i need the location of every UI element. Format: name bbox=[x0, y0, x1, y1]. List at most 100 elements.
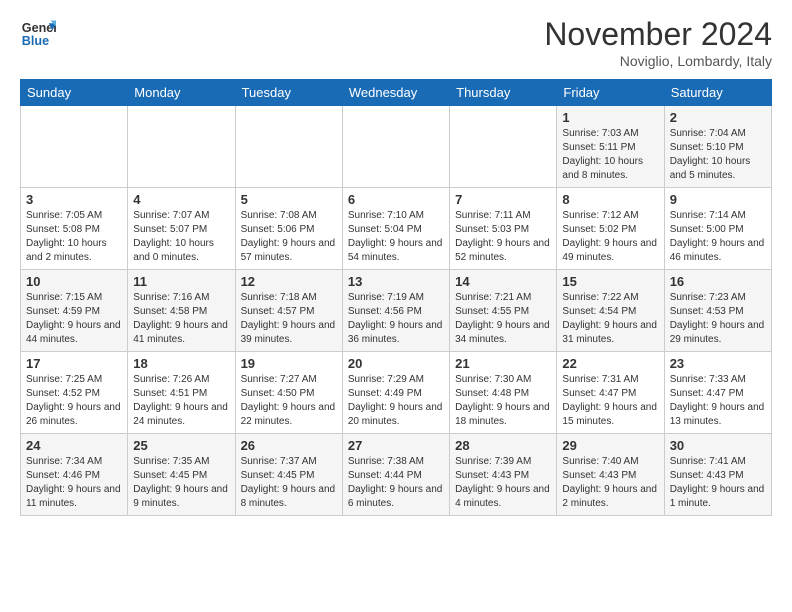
calendar-cell: 30 Sunrise: 7:41 AM Sunset: 4:43 PM Dayli… bbox=[664, 434, 771, 516]
header-saturday: Saturday bbox=[664, 80, 771, 106]
calendar-cell: 10 Sunrise: 7:15 AM Sunset: 4:59 PM Dayli… bbox=[21, 270, 128, 352]
calendar-table: SundayMondayTuesdayWednesdayThursdayFrid… bbox=[20, 79, 772, 516]
week-row-1: 1 Sunrise: 7:03 AM Sunset: 5:11 PM Daylig… bbox=[21, 106, 772, 188]
calendar-cell: 22 Sunrise: 7:31 AM Sunset: 4:47 PM Dayli… bbox=[557, 352, 664, 434]
day-info: Sunrise: 7:15 AM Sunset: 4:59 PM Dayligh… bbox=[26, 291, 122, 347]
day-number: 5 bbox=[241, 192, 337, 207]
day-number: 27 bbox=[348, 438, 444, 453]
calendar-cell: 27 Sunrise: 7:38 AM Sunset: 4:44 PM Dayli… bbox=[342, 434, 449, 516]
calendar-cell: 26 Sunrise: 7:37 AM Sunset: 4:45 PM Dayli… bbox=[235, 434, 342, 516]
day-number: 10 bbox=[26, 274, 122, 289]
calendar-cell bbox=[235, 106, 342, 188]
day-info: Sunrise: 7:11 AM Sunset: 5:03 PM Dayligh… bbox=[455, 209, 551, 265]
day-info: Sunrise: 7:33 AM Sunset: 4:47 PM Dayligh… bbox=[670, 373, 766, 429]
calendar-header-row: SundayMondayTuesdayWednesdayThursdayFrid… bbox=[21, 80, 772, 106]
calendar-cell: 6 Sunrise: 7:10 AM Sunset: 5:04 PM Daylig… bbox=[342, 188, 449, 270]
day-info: Sunrise: 7:14 AM Sunset: 5:00 PM Dayligh… bbox=[670, 209, 766, 265]
logo-icon: General Blue bbox=[20, 16, 56, 52]
day-info: Sunrise: 7:35 AM Sunset: 4:45 PM Dayligh… bbox=[133, 455, 229, 511]
day-info: Sunrise: 7:23 AM Sunset: 4:53 PM Dayligh… bbox=[670, 291, 766, 347]
day-number: 9 bbox=[670, 192, 766, 207]
calendar-cell: 19 Sunrise: 7:27 AM Sunset: 4:50 PM Dayli… bbox=[235, 352, 342, 434]
day-number: 26 bbox=[241, 438, 337, 453]
day-info: Sunrise: 7:03 AM Sunset: 5:11 PM Dayligh… bbox=[562, 127, 658, 183]
calendar-cell: 7Sunrise: 7:11 AM Sunset: 5:03 PM Daylig… bbox=[450, 188, 557, 270]
calendar-cell bbox=[450, 106, 557, 188]
day-number: 15 bbox=[562, 274, 658, 289]
week-row-5: 24Sunrise: 7:34 AM Sunset: 4:46 PM Dayli… bbox=[21, 434, 772, 516]
day-info: Sunrise: 7:38 AM Sunset: 4:44 PM Dayligh… bbox=[348, 455, 444, 511]
calendar-cell: 28Sunrise: 7:39 AM Sunset: 4:43 PM Dayli… bbox=[450, 434, 557, 516]
day-info: Sunrise: 7:07 AM Sunset: 5:07 PM Dayligh… bbox=[133, 209, 229, 265]
calendar-cell: 21 Sunrise: 7:30 AM Sunset: 4:48 PM Dayli… bbox=[450, 352, 557, 434]
header-monday: Monday bbox=[128, 80, 235, 106]
calendar-cell: 20 Sunrise: 7:29 AM Sunset: 4:49 PM Dayli… bbox=[342, 352, 449, 434]
header-tuesday: Tuesday bbox=[235, 80, 342, 106]
day-info: Sunrise: 7:27 AM Sunset: 4:50 PM Dayligh… bbox=[241, 373, 337, 429]
calendar-cell: 18Sunrise: 7:26 AM Sunset: 4:51 PM Dayli… bbox=[128, 352, 235, 434]
day-info: Sunrise: 7:05 AM Sunset: 5:08 PM Dayligh… bbox=[26, 209, 122, 265]
day-number: 18 bbox=[133, 356, 229, 371]
svg-text:Blue: Blue bbox=[22, 34, 49, 48]
calendar-cell: 23 Sunrise: 7:33 AM Sunset: 4:47 PM Dayli… bbox=[664, 352, 771, 434]
calendar-cell: 9 Sunrise: 7:14 AM Sunset: 5:00 PM Daylig… bbox=[664, 188, 771, 270]
day-info: Sunrise: 7:37 AM Sunset: 4:45 PM Dayligh… bbox=[241, 455, 337, 511]
day-number: 14 bbox=[455, 274, 551, 289]
day-number: 25 bbox=[133, 438, 229, 453]
day-number: 6 bbox=[348, 192, 444, 207]
day-info: Sunrise: 7:04 AM Sunset: 5:10 PM Dayligh… bbox=[670, 127, 766, 183]
day-info: Sunrise: 7:18 AM Sunset: 4:57 PM Dayligh… bbox=[241, 291, 337, 347]
day-info: Sunrise: 7:30 AM Sunset: 4:48 PM Dayligh… bbox=[455, 373, 551, 429]
day-info: Sunrise: 7:39 AM Sunset: 4:43 PM Dayligh… bbox=[455, 455, 551, 511]
day-number: 1 bbox=[562, 110, 658, 125]
day-number: 12 bbox=[241, 274, 337, 289]
day-number: 22 bbox=[562, 356, 658, 371]
day-number: 21 bbox=[455, 356, 551, 371]
header-friday: Friday bbox=[557, 80, 664, 106]
header-sunday: Sunday bbox=[21, 80, 128, 106]
day-info: Sunrise: 7:25 AM Sunset: 4:52 PM Dayligh… bbox=[26, 373, 122, 429]
calendar-cell: 5 Sunrise: 7:08 AM Sunset: 5:06 PM Daylig… bbox=[235, 188, 342, 270]
calendar-cell: 16Sunrise: 7:23 AM Sunset: 4:53 PM Dayli… bbox=[664, 270, 771, 352]
day-info: Sunrise: 7:10 AM Sunset: 5:04 PM Dayligh… bbox=[348, 209, 444, 265]
day-number: 30 bbox=[670, 438, 766, 453]
day-info: Sunrise: 7:31 AM Sunset: 4:47 PM Dayligh… bbox=[562, 373, 658, 429]
calendar-cell bbox=[128, 106, 235, 188]
day-number: 3 bbox=[26, 192, 122, 207]
calendar-cell bbox=[21, 106, 128, 188]
day-info: Sunrise: 7:08 AM Sunset: 5:06 PM Dayligh… bbox=[241, 209, 337, 265]
day-number: 4 bbox=[133, 192, 229, 207]
header-wednesday: Wednesday bbox=[342, 80, 449, 106]
day-info: Sunrise: 7:40 AM Sunset: 4:43 PM Dayligh… bbox=[562, 455, 658, 511]
week-row-4: 17 Sunrise: 7:25 AM Sunset: 4:52 PM Dayli… bbox=[21, 352, 772, 434]
day-info: Sunrise: 7:21 AM Sunset: 4:55 PM Dayligh… bbox=[455, 291, 551, 347]
calendar-cell: 14 Sunrise: 7:21 AM Sunset: 4:55 PM Dayli… bbox=[450, 270, 557, 352]
week-row-2: 3 Sunrise: 7:05 AM Sunset: 5:08 PM Daylig… bbox=[21, 188, 772, 270]
calendar-cell: 17 Sunrise: 7:25 AM Sunset: 4:52 PM Dayli… bbox=[21, 352, 128, 434]
calendar-cell: 3 Sunrise: 7:05 AM Sunset: 5:08 PM Daylig… bbox=[21, 188, 128, 270]
calendar-cell: 11Sunrise: 7:16 AM Sunset: 4:58 PM Dayli… bbox=[128, 270, 235, 352]
calendar-cell: 25 Sunrise: 7:35 AM Sunset: 4:45 PM Dayli… bbox=[128, 434, 235, 516]
day-number: 17 bbox=[26, 356, 122, 371]
day-info: Sunrise: 7:41 AM Sunset: 4:43 PM Dayligh… bbox=[670, 455, 766, 511]
header-area: General Blue November 2024 Noviglio, Lom… bbox=[20, 16, 772, 69]
calendar-cell bbox=[342, 106, 449, 188]
location-subtitle: Noviglio, Lombardy, Italy bbox=[544, 53, 772, 69]
page: General Blue November 2024 Noviglio, Lom… bbox=[0, 0, 792, 526]
day-info: Sunrise: 7:29 AM Sunset: 4:49 PM Dayligh… bbox=[348, 373, 444, 429]
day-number: 13 bbox=[348, 274, 444, 289]
day-number: 24 bbox=[26, 438, 122, 453]
header-thursday: Thursday bbox=[450, 80, 557, 106]
logo: General Blue bbox=[20, 16, 56, 52]
calendar-cell: 1 Sunrise: 7:03 AM Sunset: 5:11 PM Daylig… bbox=[557, 106, 664, 188]
day-number: 23 bbox=[670, 356, 766, 371]
calendar-cell: 15 Sunrise: 7:22 AM Sunset: 4:54 PM Dayli… bbox=[557, 270, 664, 352]
calendar-cell: 4 Sunrise: 7:07 AM Sunset: 5:07 PM Daylig… bbox=[128, 188, 235, 270]
day-number: 20 bbox=[348, 356, 444, 371]
day-number: 19 bbox=[241, 356, 337, 371]
calendar-cell: 2Sunrise: 7:04 AM Sunset: 5:10 PM Daylig… bbox=[664, 106, 771, 188]
day-info: Sunrise: 7:22 AM Sunset: 4:54 PM Dayligh… bbox=[562, 291, 658, 347]
day-number: 8 bbox=[562, 192, 658, 207]
calendar-cell: 8Sunrise: 7:12 AM Sunset: 5:02 PM Daylig… bbox=[557, 188, 664, 270]
day-number: 11 bbox=[133, 274, 229, 289]
